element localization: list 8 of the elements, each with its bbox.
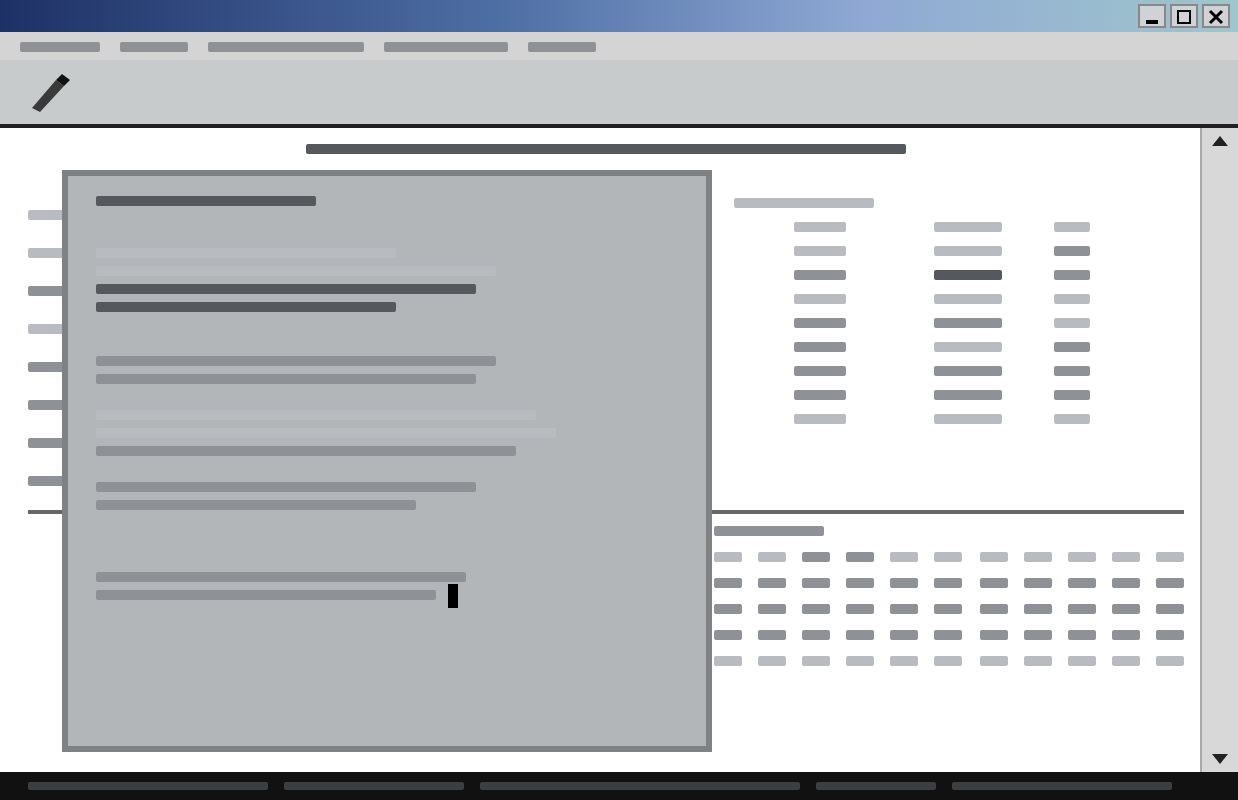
minimize-button[interactable] — [1138, 4, 1166, 28]
maximize-icon — [1174, 7, 1194, 25]
text-cursor — [448, 583, 458, 607]
scrollbar[interactable] — [1200, 128, 1238, 772]
minimize-icon — [1146, 19, 1158, 23]
maximize-button[interactable] — [1170, 4, 1198, 28]
close-button[interactable] — [1202, 4, 1230, 28]
close-icon — [1206, 7, 1226, 25]
